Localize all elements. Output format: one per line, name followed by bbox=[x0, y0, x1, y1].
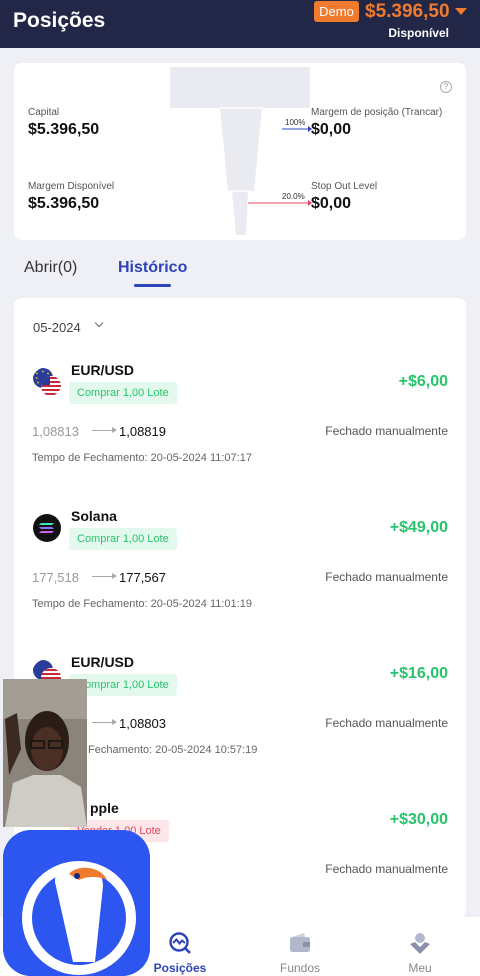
capital-value: $5.396,50 bbox=[28, 121, 100, 138]
close-price: 1,08803 bbox=[119, 716, 166, 731]
page-title: Posições bbox=[13, 9, 106, 32]
close-status: Fechado manualmente bbox=[325, 424, 448, 438]
trade-profit: +$49,00 bbox=[389, 519, 448, 536]
solana-icon bbox=[33, 514, 61, 542]
month-filter[interactable]: 05-2024 bbox=[33, 320, 81, 335]
trade-symbol: Solana bbox=[71, 508, 117, 524]
open-price: 1,08813 bbox=[32, 424, 79, 439]
trade-profit: +$16,00 bbox=[389, 665, 448, 682]
nav-funds[interactable]: Fundos bbox=[240, 917, 360, 976]
stop-out-label: Stop Out Level bbox=[311, 181, 378, 192]
tab-open[interactable]: Abrir(0) bbox=[24, 259, 77, 277]
trade-profit: +$30,00 bbox=[389, 811, 448, 828]
trade-side-badge: Comprar 1,00 Lote bbox=[69, 528, 177, 550]
arrow-right-icon bbox=[92, 573, 117, 579]
trade-profit: +$6,00 bbox=[398, 373, 448, 390]
margin-funnel-graphic bbox=[170, 67, 312, 235]
stop-out-percent: 20.0% bbox=[282, 192, 305, 201]
open-price: 177,518 bbox=[32, 570, 79, 585]
arrow-right-icon bbox=[92, 719, 117, 725]
positions-chart-icon bbox=[169, 932, 191, 954]
user-profile-icon bbox=[410, 933, 430, 954]
margin-available-value: $5.396,50 bbox=[28, 195, 100, 212]
caret-down-icon[interactable] bbox=[455, 8, 467, 15]
trade-row[interactable]: EUR/USD Comprar 1,00 Lote +$6,00 1,08813… bbox=[14, 346, 466, 492]
nav-me[interactable]: Meu bbox=[360, 917, 480, 976]
trade-symbol: pple bbox=[90, 800, 119, 816]
close-status: Fechado manualmente bbox=[325, 862, 448, 876]
trade-side-badge: Comprar 1,00 Lote bbox=[69, 382, 177, 404]
tab-history[interactable]: Histórico bbox=[118, 259, 187, 277]
wallet-icon bbox=[290, 933, 310, 952]
close-price: 177,567 bbox=[119, 570, 166, 585]
position-margin-value: $0,00 bbox=[311, 121, 352, 138]
trade-symbol: EUR/USD bbox=[71, 654, 135, 670]
close-time: Tempo de Fechamento: 20-05-2024 11:07:17 bbox=[32, 452, 252, 464]
active-tab-indicator bbox=[134, 284, 171, 287]
webcam-overlay bbox=[3, 679, 87, 827]
trade-row[interactable]: Solana Comprar 1,00 Lote +$49,00 177,518… bbox=[14, 492, 466, 638]
arrow-right-icon bbox=[92, 427, 117, 433]
position-tabs: Abrir(0) Histórico bbox=[0, 255, 480, 295]
account-balance[interactable]: $5.396,50 bbox=[365, 1, 450, 23]
position-margin-percent: 100% bbox=[285, 118, 306, 127]
close-status: Fechado manualmente bbox=[325, 716, 448, 730]
available-label: Disponível bbox=[388, 26, 449, 40]
demo-badge[interactable]: Demo bbox=[314, 1, 359, 22]
capital-label: Capital bbox=[28, 107, 60, 118]
close-time: Tempo de Fechamento: 20-05-2024 11:01:19 bbox=[32, 598, 252, 610]
help-icon[interactable]: ? bbox=[440, 81, 452, 93]
margin-available-label: Margem Disponível bbox=[28, 181, 115, 192]
eu-us-flag-icon bbox=[33, 368, 61, 396]
trade-symbol: EUR/USD bbox=[71, 362, 135, 378]
nav-funds-label: Fundos bbox=[279, 961, 321, 975]
close-status: Fechado manualmente bbox=[325, 570, 448, 584]
margin-summary-card: ? Capital $5.396,50 Margem Disponível $5… bbox=[14, 63, 466, 240]
stop-out-value: $0,00 bbox=[311, 195, 352, 212]
position-margin-label: Margem de posição (Trancar) bbox=[311, 107, 443, 118]
app-header: Posições Demo $5.396,50 Disponível bbox=[0, 0, 480, 48]
toucan-logo bbox=[3, 830, 150, 976]
nav-me-label: Meu bbox=[408, 961, 432, 975]
close-time: Fechamento: 20-05-2024 10:57:19 bbox=[88, 744, 258, 756]
close-price: 1,08819 bbox=[119, 424, 166, 439]
chevron-down-icon[interactable] bbox=[94, 318, 104, 328]
